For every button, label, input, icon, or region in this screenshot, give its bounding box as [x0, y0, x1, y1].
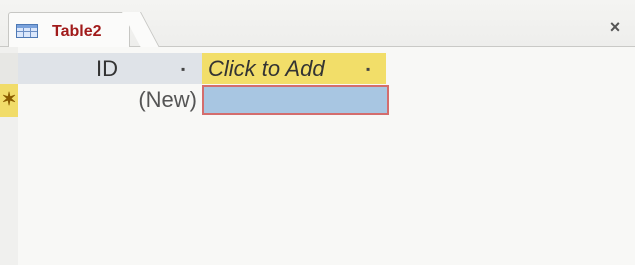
new-record-selector-icon[interactable]: ✶	[0, 84, 18, 117]
document-tab-strip: Table2 ×	[0, 0, 635, 47]
column-header-id[interactable]: ID ▪	[18, 53, 202, 84]
column-header-id-label: ID	[96, 56, 118, 81]
datasheet-grid: ID ▪ Click to Add ▪ ✶ (New)	[0, 47, 635, 265]
tab-table2[interactable]: Table2	[8, 12, 130, 47]
click-to-add-dropdown-icon[interactable]: ▪	[366, 63, 374, 75]
new-record-id-cell[interactable]: (New)	[18, 84, 202, 117]
new-record-id-value: (New)	[138, 87, 197, 112]
tab-title: Table2	[52, 23, 102, 40]
sort-filter-dropdown-icon[interactable]: ▪	[181, 63, 189, 75]
column-header-row: ID ▪ Click to Add ▪	[0, 53, 635, 84]
table-icon	[16, 24, 38, 38]
access-table-window: Table2 × ID ▪ Click to Add ▪ ✶ (New)	[0, 0, 635, 265]
click-to-add-input-cell[interactable]	[202, 85, 389, 115]
select-all-corner[interactable]	[0, 53, 18, 84]
close-button[interactable]: ×	[607, 18, 623, 36]
column-header-click-to-add[interactable]: Click to Add ▪	[202, 53, 386, 84]
click-to-add-label: Click to Add	[208, 56, 325, 81]
new-record-row[interactable]: ✶ (New)	[0, 84, 635, 117]
